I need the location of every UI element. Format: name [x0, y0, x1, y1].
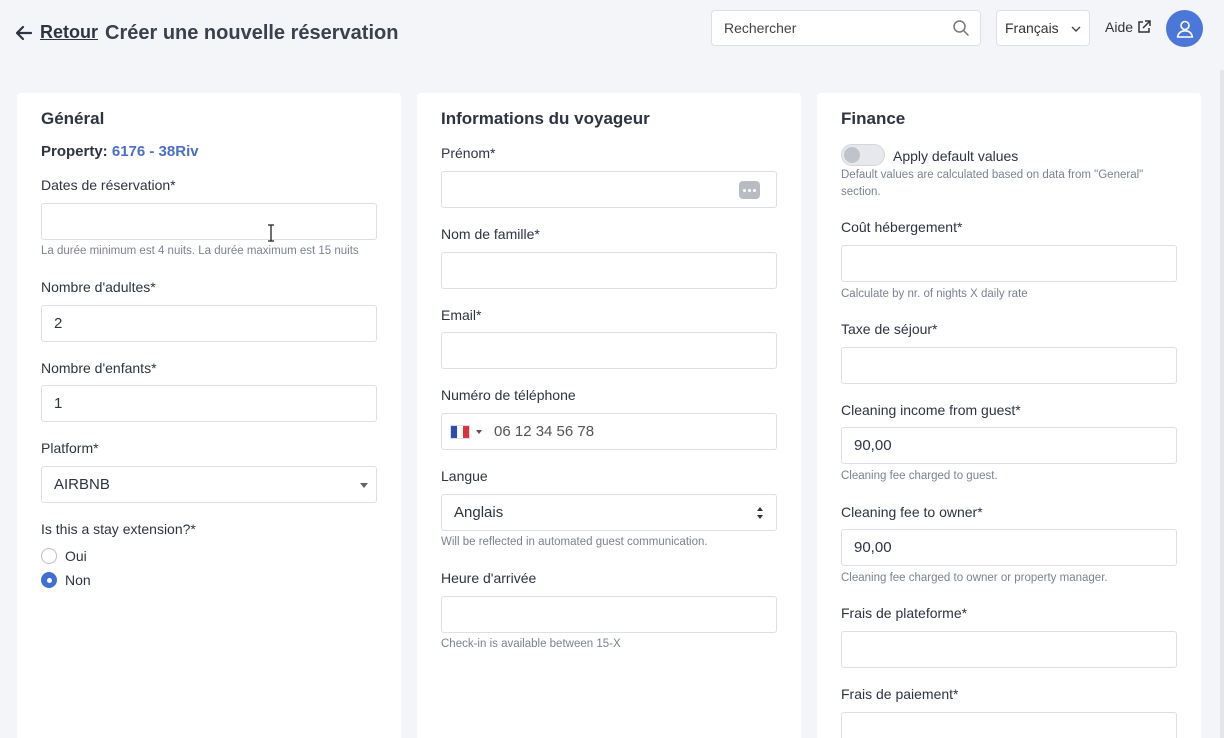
section-title-general: Général — [41, 109, 105, 128]
platform-select-value: AIRBNB — [54, 476, 110, 493]
radio-button[interactable] — [41, 548, 57, 564]
toggle-hint-line-1: Default values are calculated based on d… — [841, 169, 1144, 181]
last-name-input[interactable] — [442, 253, 776, 288]
cleaning-owner-field[interactable] — [841, 529, 1177, 566]
payment-fee-input[interactable] — [842, 713, 1176, 738]
radio-label: Non — [65, 572, 91, 588]
toggle-knob — [844, 147, 860, 163]
adults-label: Nombre d'adultes* — [41, 279, 156, 295]
language-select-value: Français — [1005, 20, 1059, 36]
property-line: Property: 6176 - 38Riv — [41, 143, 199, 160]
platform-fee-label: Frais de plateforme* — [841, 605, 968, 621]
section-title-finance: Finance — [841, 109, 906, 128]
toggle-label: Apply default values — [893, 148, 1019, 164]
cleaning-income-input[interactable] — [842, 428, 1176, 463]
extension-label: Is this a stay extension?* — [41, 521, 196, 537]
arrival-input[interactable] — [442, 597, 776, 632]
adults-input[interactable] — [42, 306, 376, 341]
payment-fee-label: Frais de paiement* — [841, 686, 959, 702]
platform-select[interactable]: AIRBNB — [41, 466, 377, 503]
last-name-field[interactable] — [441, 252, 777, 289]
property-key: Property: — [41, 143, 108, 160]
chevron-down-icon — [1071, 26, 1081, 32]
cleaning-income-label: Cleaning income from guest* — [841, 402, 1021, 418]
caret-down-icon — [360, 483, 368, 488]
first-name-field[interactable] — [441, 171, 777, 208]
external-link-icon — [1138, 20, 1151, 33]
arrow-left-icon — [15, 25, 33, 40]
search-icon[interactable] — [952, 19, 970, 37]
search-input[interactable] — [712, 11, 942, 45]
language-label: Langue — [441, 468, 488, 484]
guest-language-value: Anglais — [454, 504, 504, 521]
autofill-dots-icon[interactable] — [739, 181, 760, 199]
tax-input[interactable] — [842, 348, 1176, 383]
cleaning-owner-input[interactable] — [842, 530, 1176, 565]
dates-label: Dates de réservation* — [41, 177, 176, 193]
language-select[interactable]: Français — [996, 10, 1090, 46]
accommodation-label: Coût hébergement* — [841, 219, 963, 235]
arrival-field[interactable] — [441, 596, 777, 633]
sort-arrows-icon — [757, 507, 763, 519]
adults-field[interactable] — [41, 305, 377, 342]
back-label: Retour — [40, 22, 98, 42]
accommodation-hint: Calculate by nr. of nights X daily rate — [841, 288, 1028, 300]
search-box — [711, 10, 981, 46]
user-icon — [1176, 20, 1193, 38]
accommodation-input[interactable] — [842, 246, 1176, 281]
arrival-hint: Check-in is available between 15-X — [441, 638, 621, 650]
dates-field[interactable] — [41, 203, 377, 240]
cleaning-income-hint: Cleaning fee charged to guest. — [841, 470, 998, 482]
payment-fee-field[interactable] — [841, 712, 1177, 738]
top-bar: Retour Créer une nouvelle réservation Fr… — [0, 0, 1224, 70]
arrival-label: Heure d'arrivée — [441, 570, 537, 586]
children-field[interactable] — [41, 385, 377, 422]
help-label: Aide — [1105, 19, 1134, 35]
dates-hint: La durée minimum est 4 nuits. La durée m… — [41, 245, 359, 257]
first-name-input[interactable] — [442, 172, 776, 207]
tax-label: Taxe de séjour* — [841, 321, 938, 337]
platform-label: Platform* — [41, 440, 99, 456]
platform-fee-input[interactable] — [842, 632, 1176, 667]
section-title-traveler: Informations du voyageur — [441, 109, 650, 128]
accommodation-field[interactable] — [841, 245, 1177, 282]
text-cursor-icon — [268, 224, 274, 242]
page-title: Créer une nouvelle réservation — [105, 22, 399, 44]
radio-button-checked[interactable] — [41, 572, 57, 588]
radio-oui[interactable]: Oui — [41, 548, 87, 564]
email-input[interactable] — [442, 333, 776, 368]
default-values-toggle[interactable] — [841, 144, 885, 166]
children-input[interactable] — [42, 386, 376, 421]
phone-input[interactable] — [482, 414, 742, 449]
page-scrollbar[interactable] — [1220, 70, 1224, 738]
language-hint: Will be reflected in automated guest com… — [441, 536, 708, 548]
cleaning-income-field[interactable] — [841, 427, 1177, 464]
children-label: Nombre d'enfants* — [41, 360, 157, 376]
last-name-label: Nom de famille* — [441, 226, 540, 242]
toggle-hint-line-2: section. — [841, 186, 881, 198]
phone-label: Numéro de téléphone — [441, 387, 576, 403]
cleaning-owner-hint: Cleaning fee charged to owner or propert… — [841, 572, 1108, 584]
finance-panel: Finance Apply default values Default val… — [817, 93, 1201, 738]
dates-input[interactable] — [42, 204, 376, 239]
user-avatar[interactable] — [1166, 10, 1203, 47]
radio-label: Oui — [65, 548, 87, 564]
email-label: Email* — [441, 307, 482, 323]
radio-non[interactable]: Non — [41, 572, 91, 588]
phone-field[interactable] — [441, 413, 777, 450]
back-link[interactable]: Retour — [14, 22, 98, 43]
guest-language-select[interactable]: Anglais — [441, 494, 777, 531]
traveler-panel: Informations du voyageur Prénom* Nom de … — [417, 93, 801, 738]
france-flag-icon[interactable] — [450, 424, 470, 439]
general-panel: Général Property: 6176 - 38Riv Dates de … — [17, 93, 401, 738]
first-name-label: Prénom* — [441, 145, 496, 161]
tax-field[interactable] — [841, 347, 1177, 384]
cleaning-owner-label: Cleaning fee to owner* — [841, 504, 983, 520]
platform-fee-field[interactable] — [841, 631, 1177, 668]
help-link[interactable]: Aide — [1105, 19, 1152, 35]
email-field[interactable] — [441, 332, 777, 369]
property-link[interactable]: 6176 - 38Riv — [112, 143, 199, 160]
